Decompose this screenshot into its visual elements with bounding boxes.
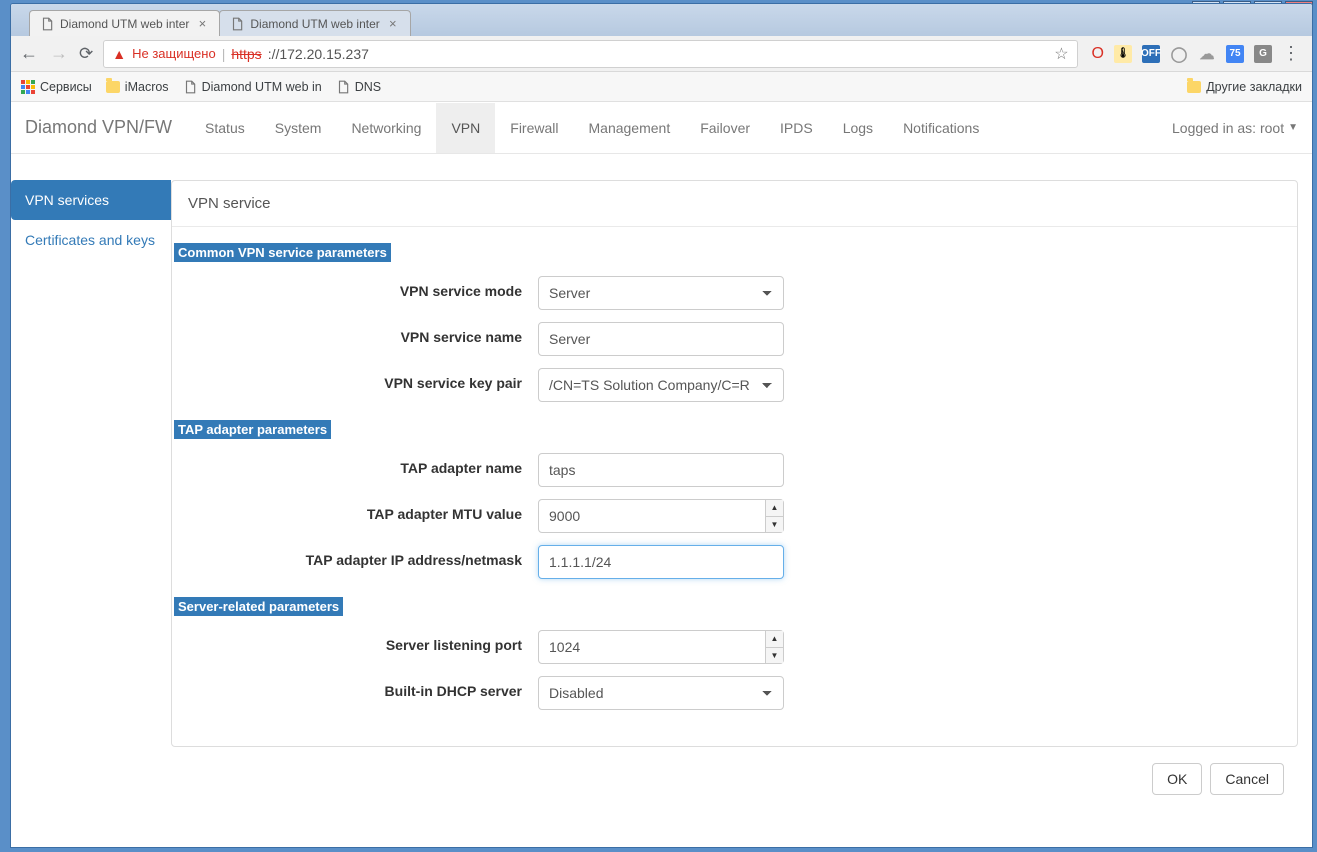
panel-body: Common VPN service parameters VPN servic…: [172, 227, 1297, 746]
select-keypair[interactable]: /CN=TS Solution Company/C=R: [538, 368, 784, 402]
other-bookmarks[interactable]: Другие закладки: [1187, 80, 1302, 94]
extension-icon[interactable]: ◯: [1170, 45, 1188, 63]
select-dhcp[interactable]: Disabled: [538, 676, 784, 710]
security-label: Не защищено: [132, 46, 216, 61]
spin-down-icon[interactable]: ▼: [766, 648, 783, 664]
section-heading-common: Common VPN service parameters: [174, 243, 391, 262]
back-button[interactable]: ←: [19, 43, 39, 64]
bookmark-label: Другие закладки: [1206, 80, 1302, 94]
opera-icon[interactable]: O: [1092, 45, 1104, 63]
app-brand: Diamond VPN/FW: [25, 117, 172, 138]
user-menu[interactable]: Logged in as: root ▼: [1172, 120, 1298, 136]
protocol-struck: https: [231, 46, 261, 62]
address-bar[interactable]: ▲ Не защищено | https ://172.20.15.237 ☆: [103, 40, 1077, 68]
nav-vpn[interactable]: VPN: [436, 103, 495, 153]
label-listen-port: Server listening port: [172, 630, 522, 653]
bookmark-item[interactable]: Diamond UTM web in: [183, 80, 322, 94]
url-rest: ://172.20.15.237: [268, 46, 369, 62]
section-heading-tap: TAP adapter parameters: [174, 420, 331, 439]
label-vpn-mode: VPN service mode: [172, 276, 522, 299]
bookmark-item[interactable]: iMacros: [106, 80, 169, 94]
nav-failover[interactable]: Failover: [685, 103, 765, 153]
tab-title: Diamond UTM web inter: [250, 17, 379, 31]
user-label: Logged in as: root: [1172, 120, 1284, 136]
input-listen-port[interactable]: [538, 630, 784, 664]
forward-button: →: [49, 43, 69, 64]
bookmark-label: iMacros: [125, 80, 169, 94]
toolbar: ← → ⟳ ▲ Не защищено | https ://172.20.15.…: [11, 36, 1312, 72]
page-icon: [336, 80, 350, 94]
nav-status[interactable]: Status: [190, 103, 260, 153]
spin-up-icon[interactable]: ▲: [766, 631, 783, 648]
extension-icon[interactable]: OFF: [1142, 45, 1160, 63]
extension-icons: O 🌡 OFF ◯ ☁ 75 G ⋮: [1088, 43, 1304, 64]
section-heading-server: Server-related parameters: [174, 597, 343, 616]
page-icon: [230, 17, 244, 31]
tab-close-icon[interactable]: ×: [386, 17, 400, 31]
folder-icon: [106, 81, 120, 93]
page-content: Diamond VPN/FW Status System Networking …: [11, 102, 1312, 847]
sidebar-item-vpn-services[interactable]: VPN services: [11, 180, 171, 220]
label-tap-mtu: TAP adapter MTU value: [172, 499, 522, 522]
app-navbar: Diamond VPN/FW Status System Networking …: [11, 102, 1312, 154]
bookmark-star-icon[interactable]: ☆: [1054, 44, 1068, 64]
spin-up-icon[interactable]: ▲: [766, 500, 783, 517]
sidebar-item-certificates[interactable]: Certificates and keys: [11, 220, 171, 260]
bookmark-item[interactable]: DNS: [336, 80, 381, 94]
bookmark-label: Сервисы: [40, 80, 92, 94]
label-vpn-name: VPN service name: [172, 322, 522, 345]
browser-window: Diamond UTM web inter × Diamond UTM web …: [10, 3, 1313, 848]
nav-networking[interactable]: Networking: [336, 103, 436, 153]
page-icon: [40, 17, 54, 31]
bookmarks-bar: Сервисы iMacros Diamond UTM web in DNS Д…: [11, 72, 1312, 102]
extension-icon[interactable]: 75: [1226, 45, 1244, 63]
browser-tab-active[interactable]: Diamond UTM web inter ×: [29, 10, 220, 36]
label-tap-ip: TAP adapter IP address/netmask: [172, 545, 522, 568]
input-vpn-name[interactable]: [538, 322, 784, 356]
panel-title: VPN service: [172, 181, 1297, 227]
browser-tab[interactable]: Diamond UTM web inter ×: [219, 10, 410, 36]
extension-icon[interactable]: G: [1254, 45, 1272, 63]
security-warning-icon: ▲: [112, 46, 126, 62]
input-tap-name[interactable]: [538, 453, 784, 487]
tab-close-icon[interactable]: ×: [195, 17, 209, 31]
content-wrap: VPN services Certificates and keys VPN s…: [11, 154, 1312, 809]
tab-strip: Diamond UTM web inter × Diamond UTM web …: [11, 4, 1312, 36]
tab-title: Diamond UTM web inter: [60, 17, 189, 31]
bookmark-label: DNS: [355, 80, 381, 94]
nav-notifications[interactable]: Notifications: [888, 103, 994, 153]
dialog-buttons: OK Cancel: [171, 747, 1298, 795]
folder-icon: [1187, 81, 1201, 93]
label-tap-name: TAP adapter name: [172, 453, 522, 476]
chrome-menu-icon[interactable]: ⋮: [1282, 43, 1300, 64]
ok-button[interactable]: OK: [1152, 763, 1202, 795]
nav-management[interactable]: Management: [574, 103, 686, 153]
input-tap-ip[interactable]: [538, 545, 784, 579]
bookmark-label: Diamond UTM web in: [202, 80, 322, 94]
select-vpn-mode[interactable]: Server: [538, 276, 784, 310]
apps-grid-icon: [21, 80, 35, 94]
nav-logs[interactable]: Logs: [828, 103, 888, 153]
extension-icon[interactable]: 🌡: [1114, 45, 1132, 63]
extension-icon[interactable]: ☁: [1198, 45, 1216, 63]
reload-button[interactable]: ⟳: [79, 44, 93, 64]
main-panel: VPN service Common VPN service parameter…: [171, 180, 1298, 747]
label-keypair: VPN service key pair: [172, 368, 522, 391]
sidebar: VPN services Certificates and keys: [11, 180, 171, 795]
separator: |: [222, 46, 226, 62]
cancel-button[interactable]: Cancel: [1210, 763, 1284, 795]
label-dhcp: Built-in DHCP server: [172, 676, 522, 699]
page-icon: [183, 80, 197, 94]
apps-shortcut[interactable]: Сервисы: [21, 80, 92, 94]
input-tap-mtu[interactable]: [538, 499, 784, 533]
nav-system[interactable]: System: [260, 103, 337, 153]
nav-firewall[interactable]: Firewall: [495, 103, 573, 153]
nav-ipds[interactable]: IPDS: [765, 103, 828, 153]
chevron-down-icon: ▼: [1288, 122, 1298, 133]
number-spinner[interactable]: ▲ ▼: [765, 631, 783, 663]
number-spinner[interactable]: ▲ ▼: [765, 500, 783, 532]
spin-down-icon[interactable]: ▼: [766, 517, 783, 533]
